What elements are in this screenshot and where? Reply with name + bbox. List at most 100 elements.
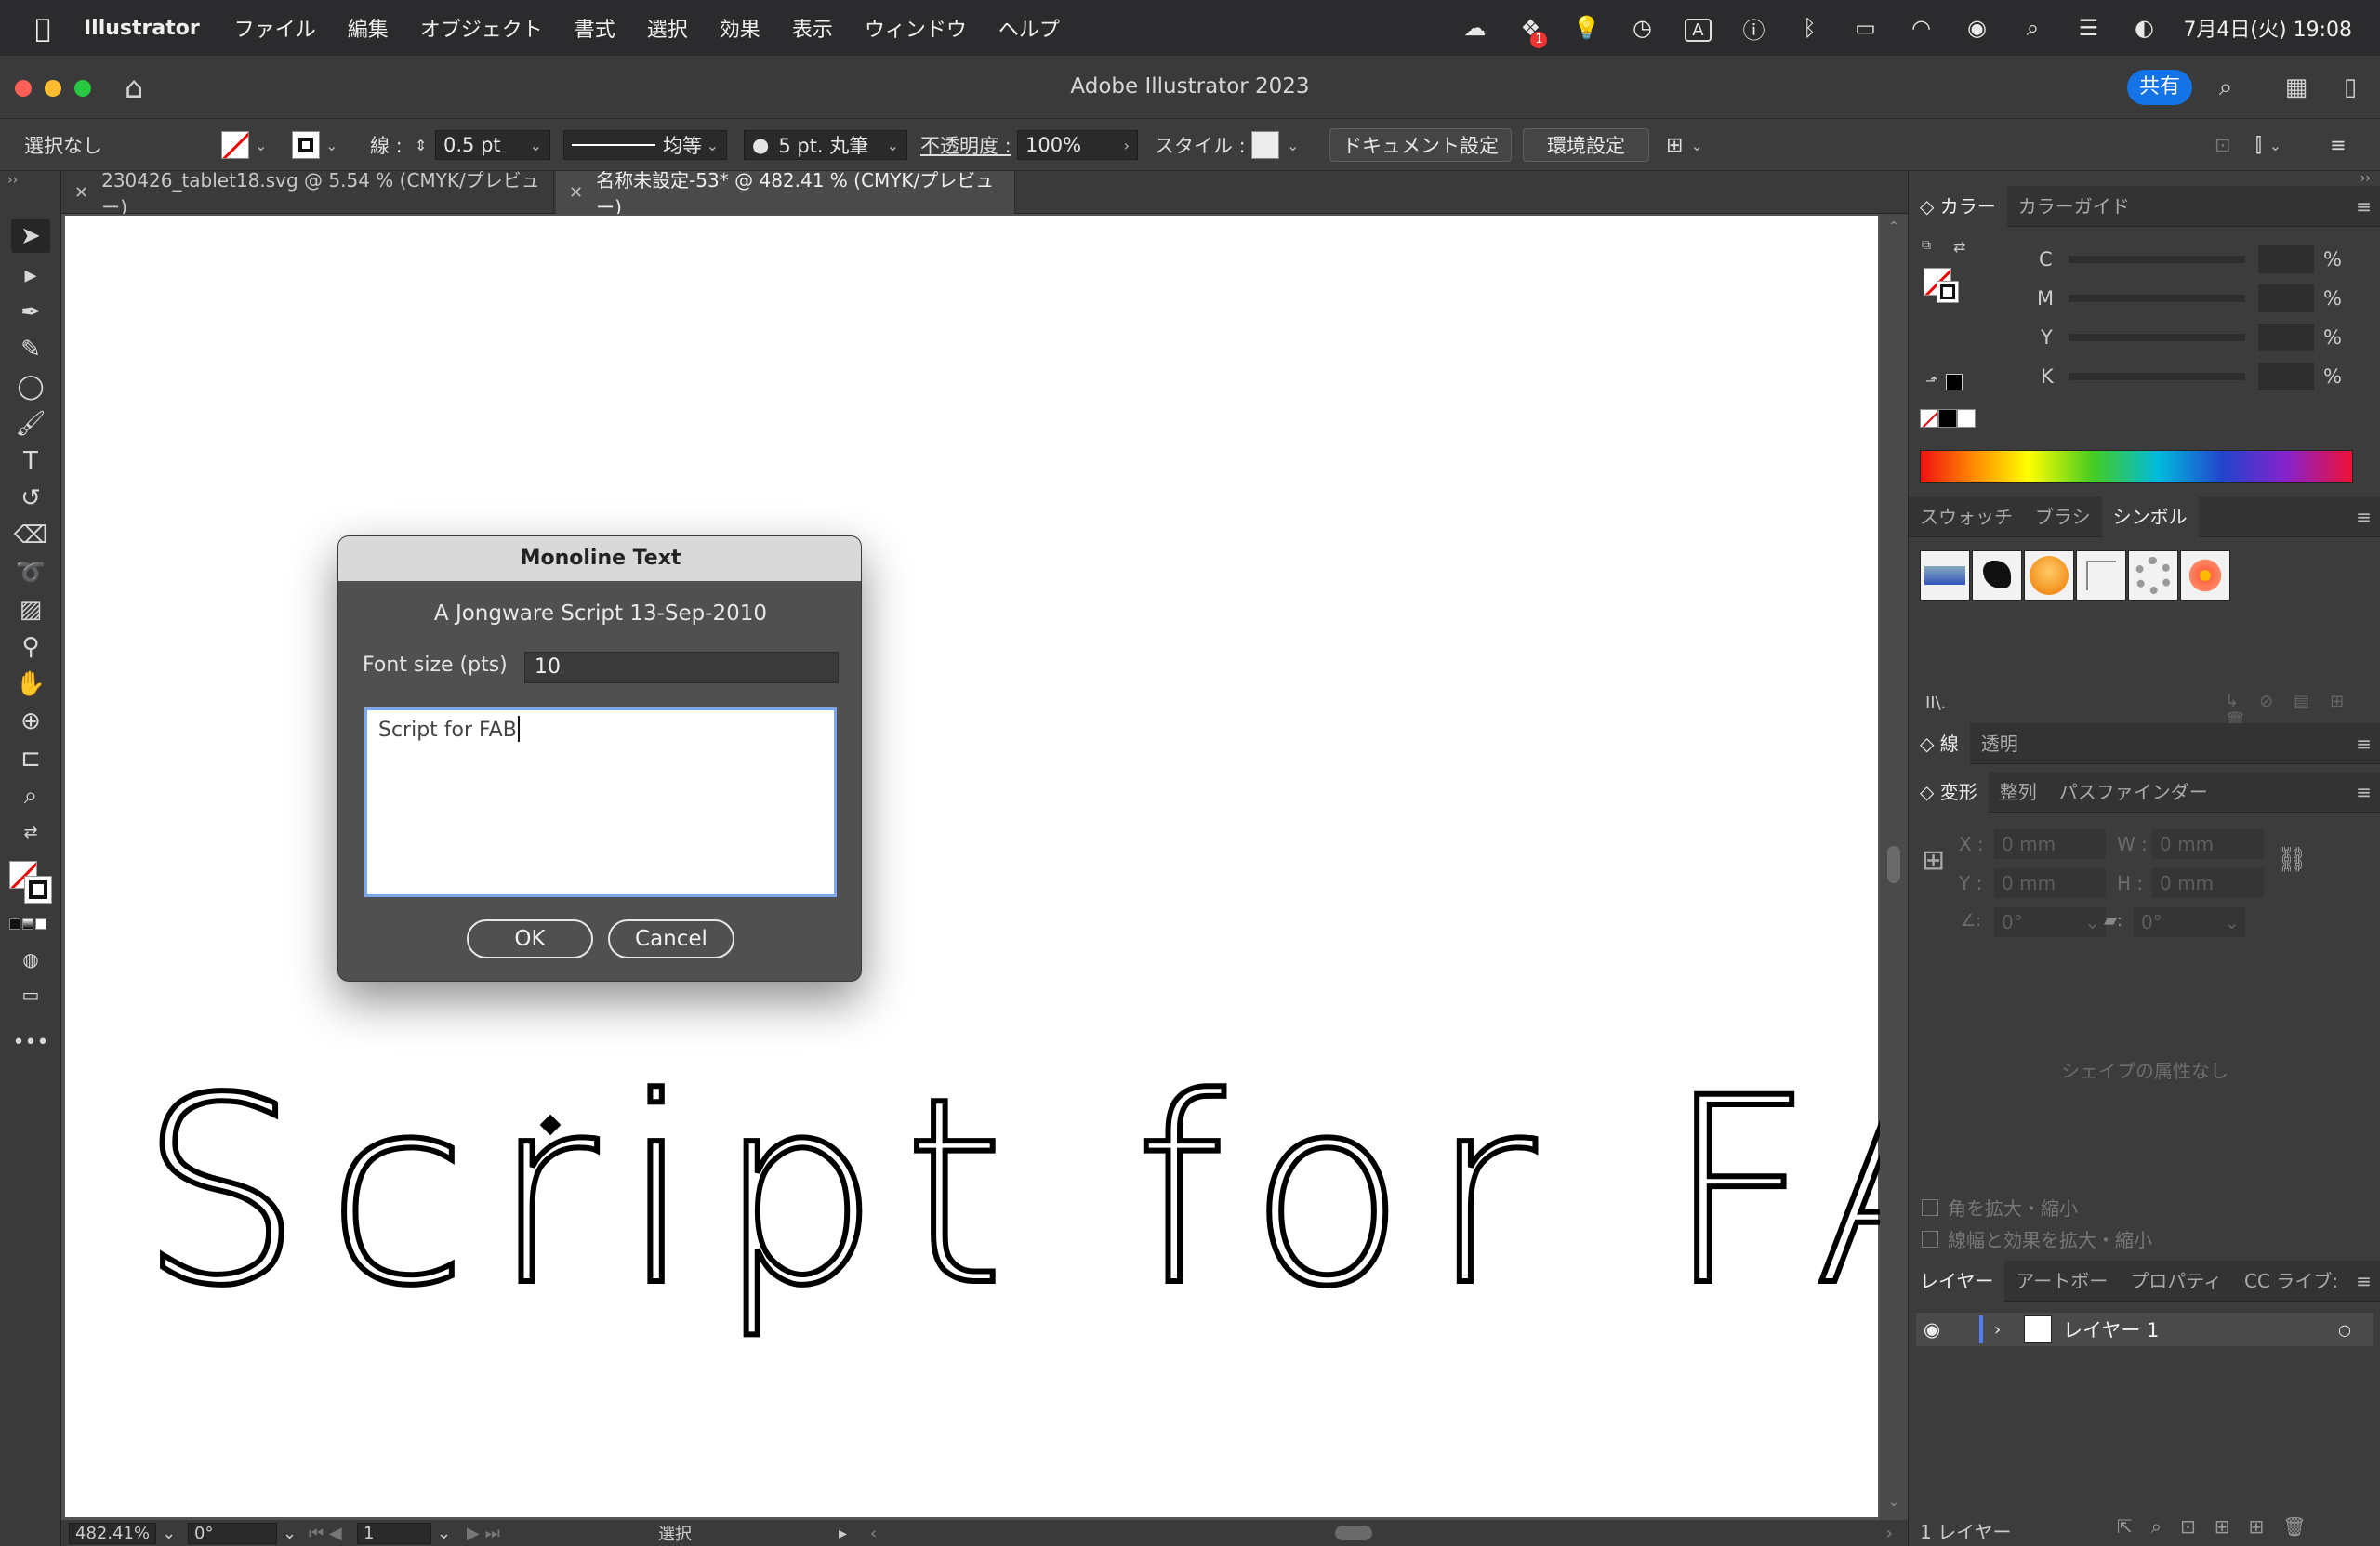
yellow-slider[interactable]: [2069, 334, 2245, 341]
menu-type[interactable]: 書式: [575, 13, 615, 43]
constrain-proportions-icon[interactable]: ⛓: [2277, 846, 2307, 874]
status-menu-arrow-icon[interactable]: ▸: [839, 1522, 847, 1544]
yellow-value-field[interactable]: [2258, 324, 2314, 351]
artboard-tool-icon[interactable]: ⊏: [11, 742, 50, 775]
search-icon[interactable]: ⌕: [2209, 71, 2242, 104]
shear-angle-field[interactable]: 0° ⌄: [2134, 907, 2245, 937]
wifi-icon[interactable]: ◠: [1893, 15, 1949, 41]
app-menu[interactable]: Illustrator: [84, 17, 200, 40]
lightbulb-icon[interactable]: 💡: [1558, 15, 1614, 41]
fill-stroke-indicator[interactable]: [9, 861, 52, 904]
spotlight-search-icon[interactable]: ⌕: [2004, 15, 2060, 41]
cyan-value-field[interactable]: [2258, 245, 2314, 273]
last-color-swatch[interactable]: [1946, 374, 1963, 390]
ok-button[interactable]: OK: [467, 919, 593, 958]
close-tab-icon[interactable]: ✕: [74, 183, 88, 203]
visibility-eye-icon[interactable]: ◉: [1916, 1318, 1948, 1341]
control-bar-menu-icon[interactable]: ≡: [2330, 119, 2347, 171]
tab-swatches[interactable]: スウォッチ: [1909, 496, 2024, 537]
tab-symbols[interactable]: シンボル: [2101, 496, 2199, 537]
zoom-level-dropdown[interactable]: 482.41% ⌄: [69, 1522, 176, 1544]
swap-fill-stroke-icon[interactable]: ⇄: [11, 816, 50, 850]
zoom-tool-icon[interactable]: ⌕: [11, 779, 50, 813]
tab-document-2[interactable]: ✕ 名称未設定-53* @ 482.41 % (CMYK/プレビュー): [556, 169, 1015, 218]
time-machine-icon[interactable]: ◷: [1614, 15, 1670, 41]
symbol-libraries-icon[interactable]: ⅠⅠ\.: [1925, 694, 1946, 713]
symbol-frame[interactable]: [2076, 550, 2126, 601]
graphic-style-swatch[interactable]: [1251, 131, 1279, 159]
ellipse-tool-icon[interactable]: ◯: [11, 370, 50, 403]
stroke-color-control[interactable]: ⌄: [292, 119, 337, 171]
scale-strokes-checkbox[interactable]: 線幅と効果を拡大・縮小: [1922, 1225, 2152, 1252]
expand-layer-icon[interactable]: ›: [1994, 1320, 2013, 1340]
control-center-icon[interactable]: ☰: [2060, 15, 2116, 41]
tab-cc-libraries[interactable]: CC ライブ:: [2233, 1261, 2349, 1302]
collapse-panels-icon[interactable]: ››: [2360, 171, 2371, 186]
out-of-gamut-icon[interactable]: ⬏: [1925, 372, 1937, 390]
tab-pathfinder[interactable]: パスファインダー: [2048, 772, 2219, 813]
draw-mode-icon[interactable]: ◍: [11, 943, 50, 976]
pin-options-icon[interactable]: ⊞ ⌄: [1666, 119, 1703, 171]
preferences-button[interactable]: 環境設定: [1523, 128, 1649, 162]
panel-menu-icon[interactable]: ≡: [2356, 195, 2372, 218]
rotate-angle-field[interactable]: 0° ⌄: [1994, 907, 2106, 937]
accessibility-icon[interactable]: ⓘ: [1726, 12, 1781, 45]
bluetooth-icon[interactable]: ᛒ: [1781, 15, 1837, 41]
tab-color-guide[interactable]: カラーガイド: [2007, 186, 2141, 227]
text-input-area[interactable]: Script for FAB: [364, 707, 837, 897]
puppet-warp-tool-icon[interactable]: ✋: [11, 667, 50, 701]
graphic-style-control[interactable]: ⌄: [1251, 119, 1299, 171]
cancel-button[interactable]: Cancel: [608, 919, 734, 958]
tab-artboards[interactable]: アートボー: [2004, 1261, 2119, 1302]
horizontal-scrollbar[interactable]: ‹ ›: [870, 1522, 1893, 1544]
symbol-orange-button[interactable]: [2024, 550, 2074, 601]
stroke-weight-field[interactable]: 0.5 pt ⌄: [435, 130, 550, 160]
black-slider[interactable]: [2069, 373, 2245, 380]
x-position-field[interactable]: 0 mm: [1994, 829, 2106, 859]
menu-window[interactable]: ウィンドウ: [865, 13, 967, 43]
siri-icon[interactable]: ◐: [2116, 15, 2172, 41]
chevron-down-icon[interactable]: ⌄: [325, 137, 337, 154]
panel-menu-icon[interactable]: ≡: [2356, 506, 2372, 528]
selection-tool-icon[interactable]: ➤: [11, 219, 50, 253]
black-slider-row[interactable]: K %: [1987, 363, 2368, 390]
rotation-dropdown[interactable]: 0° ⌄: [188, 1522, 297, 1544]
collapse-toolbar-icon[interactable]: ››: [7, 173, 18, 188]
screen-mode-icon[interactable]: ▭: [11, 978, 50, 1011]
opacity-label[interactable]: 不透明度 :: [920, 119, 1012, 171]
more-tools-icon[interactable]: •••: [11, 1026, 50, 1060]
y-position-field[interactable]: 0 mm: [1994, 868, 2106, 898]
eraser-tool-icon[interactable]: ⌫: [11, 519, 50, 552]
dropbox-icon[interactable]: ❖ 1: [1502, 15, 1558, 48]
tab-stroke[interactable]: ◇ 線: [1909, 722, 1970, 764]
menu-file[interactable]: ファイル: [234, 13, 316, 43]
artboard-number-dropdown[interactable]: 1 ⌄: [357, 1522, 451, 1544]
font-size-input[interactable]: 10: [524, 652, 839, 683]
artwork-monoline-text[interactable]: Script for FAB: [139, 1071, 1887, 1341]
distribute-icon[interactable]: ⫿ ⌄: [2255, 119, 2281, 171]
tab-layers[interactable]: レイヤー: [1909, 1260, 2005, 1302]
share-button[interactable]: 共有: [2127, 70, 2192, 105]
fill-none-swatch[interactable]: [221, 131, 249, 159]
scrollbar-thumb[interactable]: [1335, 1526, 1372, 1540]
tab-document-1[interactable]: ✕ 230426_tablet18.svg @ 5.54 % (CMYK/プレビ…: [61, 169, 554, 218]
panel-toggle-icon[interactable]: ▯: [2334, 71, 2367, 104]
layer-target-icon[interactable]: ○: [2338, 1321, 2351, 1339]
layer-panel-actions[interactable]: ⇱⌕⊡⊞⊞🗑: [2117, 1515, 2325, 1538]
close-tab-icon[interactable]: ✕: [569, 183, 583, 203]
panel-menu-icon[interactable]: ≡: [2356, 1270, 2372, 1292]
cyan-slider[interactable]: [2069, 256, 2245, 263]
symbol-splatter[interactable]: [1972, 550, 2022, 601]
color-mode-buttons[interactable]: [9, 918, 46, 930]
panel-menu-icon[interactable]: ≡: [2356, 781, 2372, 803]
workspace-icon[interactable]: ▦: [2280, 71, 2313, 104]
curvature-tool-icon[interactable]: ✎: [11, 333, 50, 366]
menu-edit[interactable]: 編集: [348, 13, 389, 43]
direct-selection-tool-icon[interactable]: ▸: [11, 258, 50, 292]
last-artboard-icon[interactable]: ▶ ⏭: [467, 1522, 500, 1544]
magenta-value-field[interactable]: [2258, 284, 2314, 312]
gradient-tool-icon[interactable]: ▨: [11, 593, 50, 627]
apple-menu-icon[interactable]: : [22, 13, 63, 44]
scrollbar-thumb[interactable]: [1887, 846, 1900, 883]
layer-row[interactable]: ◉ › レイヤー 1 ○: [1916, 1313, 2373, 1346]
